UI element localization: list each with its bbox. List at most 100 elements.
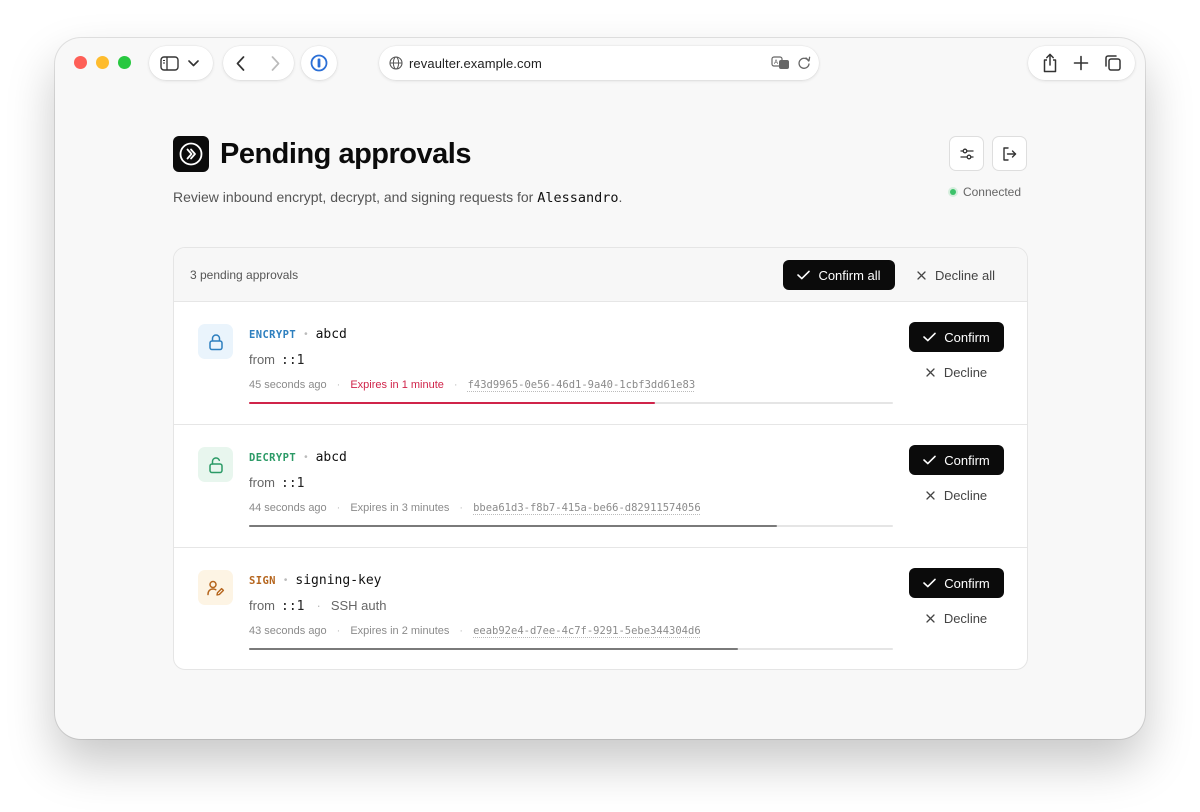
pending-count: 3 pending approvals [190, 268, 299, 282]
decrypt-badge [198, 447, 233, 482]
browser-window: revaulter.example.com A Pending approval [55, 38, 1145, 739]
chevron-right-icon [271, 55, 280, 71]
close-window-button[interactable] [74, 56, 87, 69]
user-sign-icon [207, 580, 225, 596]
page-header: Pending approvals Review inbound encrypt… [173, 136, 1027, 206]
origin-address: ::1 [281, 353, 305, 368]
share-icon[interactable] [1042, 53, 1058, 73]
password-extension-button[interactable] [301, 46, 337, 80]
approvals-card: 3 pending approvals Confirm all Decline … [173, 247, 1028, 670]
settings-button[interactable] [949, 136, 984, 171]
request-purpose: SSH auth [330, 598, 387, 613]
tab-overview-icon[interactable] [1104, 54, 1122, 72]
from-label: from [249, 598, 275, 613]
unlock-icon [208, 456, 223, 473]
close-icon [917, 270, 926, 280]
key-name: signing-key [295, 573, 382, 588]
back-button[interactable] [223, 46, 258, 80]
url-text: revaulter.example.com [409, 55, 542, 71]
check-icon [923, 455, 937, 465]
request-id[interactable]: eeab92e4-d7ee-4c7f-9291-5ebe344304d6 [473, 625, 701, 637]
decline-all-button[interactable]: Decline all [904, 260, 1008, 290]
approval-row: SIGN • signing-key from ::1 · SSH auth 4… [174, 548, 1027, 669]
encrypt-badge [198, 324, 233, 359]
separator-dot: · [459, 625, 464, 637]
request-id[interactable]: bbea61d3-f8b7-415a-be66-d82911574056 [473, 502, 701, 514]
close-icon [926, 490, 935, 500]
operation-tag: SIGN [249, 574, 276, 587]
separator-dot: · [459, 502, 464, 514]
origin-line: from ::1 [249, 352, 304, 368]
request-meta: 45 seconds ago · Expires in 1 minute · f… [249, 379, 695, 391]
lock-icon [208, 333, 223, 350]
separator-dot: • [304, 329, 308, 340]
origin-address: ::1 [281, 599, 305, 614]
request-meta: 43 seconds ago · Expires in 2 minutes · … [249, 625, 701, 637]
decline-button[interactable]: Decline [909, 480, 1004, 510]
decline-button[interactable]: Decline [909, 357, 1004, 387]
check-icon [923, 332, 937, 342]
reload-icon[interactable] [797, 56, 811, 70]
operation-line: ENCRYPT • abcd [249, 327, 347, 342]
separator-dot: · [336, 379, 341, 391]
close-icon [926, 613, 935, 623]
revaulter-logo-icon [179, 142, 203, 166]
decline-label: Decline [943, 610, 988, 626]
decline-button[interactable]: Decline [909, 603, 1004, 633]
minimize-window-button[interactable] [96, 56, 109, 69]
confirm-all-button[interactable]: Confirm all [783, 260, 895, 290]
sliders-icon [959, 148, 974, 159]
separator-dot: · [336, 625, 341, 637]
status-dot [949, 189, 956, 195]
page-content: Pending approvals Review inbound encrypt… [173, 136, 1028, 670]
navigation-buttons [223, 46, 294, 80]
new-tab-plus-icon[interactable] [1073, 55, 1089, 71]
separator-dot: • [304, 452, 308, 463]
operation-tag: ENCRYPT [249, 328, 297, 341]
origin-line: from ::1 · SSH auth [249, 598, 386, 614]
decline-all-label: Decline all [935, 267, 995, 283]
close-icon [926, 367, 935, 377]
forward-button[interactable] [258, 46, 293, 80]
confirm-button[interactable]: Confirm [909, 568, 1004, 598]
subtitle-suffix: . [618, 189, 623, 205]
request-id[interactable]: f43d9965-0e56-46d1-9a40-1cbf3dd61e83 [468, 379, 696, 391]
expiry-progress-fill [249, 402, 655, 404]
connection-status: Connected [949, 185, 1021, 199]
origin-line: from ::1 [249, 475, 304, 491]
decline-label: Decline [943, 487, 988, 503]
connection-status-text: Connected [962, 185, 1021, 199]
operation-line: SIGN • signing-key [249, 573, 382, 588]
zoom-window-button[interactable] [118, 56, 131, 69]
separator-dot: · [453, 379, 458, 391]
expiry-progress-track [249, 648, 893, 650]
chevron-left-icon [236, 55, 245, 71]
globe-icon [389, 56, 403, 70]
translate-icon[interactable]: A [771, 55, 791, 70]
password-manager-icon [310, 54, 328, 72]
logout-button[interactable] [992, 136, 1027, 171]
request-age: 43 seconds ago [249, 625, 327, 637]
toolbar-actions [1028, 46, 1135, 80]
from-label: from [249, 475, 275, 490]
approvals-card-header: 3 pending approvals Confirm all Decline … [174, 248, 1027, 302]
subtitle-text: Review inbound encrypt, decrypt, and sig… [173, 189, 538, 205]
check-icon [797, 270, 811, 280]
expiry-text: Expires in 2 minutes [350, 625, 450, 637]
confirm-label: Confirm [944, 329, 990, 345]
approval-row: DECRYPT • abcd from ::1 44 seconds ago ·… [174, 425, 1027, 548]
operation-line: DECRYPT • abcd [249, 450, 347, 465]
request-age: 45 seconds ago [249, 379, 327, 391]
app-logo [173, 136, 209, 172]
chevron-down-icon [188, 59, 199, 67]
confirm-label: Confirm [944, 575, 990, 591]
separator-dot: · [336, 502, 341, 514]
expiry-progress-fill [249, 525, 778, 527]
check-icon [923, 578, 937, 588]
confirm-button[interactable]: Confirm [909, 322, 1004, 352]
expiry-text: Expires in 3 minutes [350, 502, 450, 514]
logout-icon [1003, 146, 1017, 161]
sidebar-toggle-button[interactable] [149, 46, 213, 80]
confirm-button[interactable]: Confirm [909, 445, 1004, 475]
address-bar[interactable]: revaulter.example.com A [379, 46, 819, 80]
